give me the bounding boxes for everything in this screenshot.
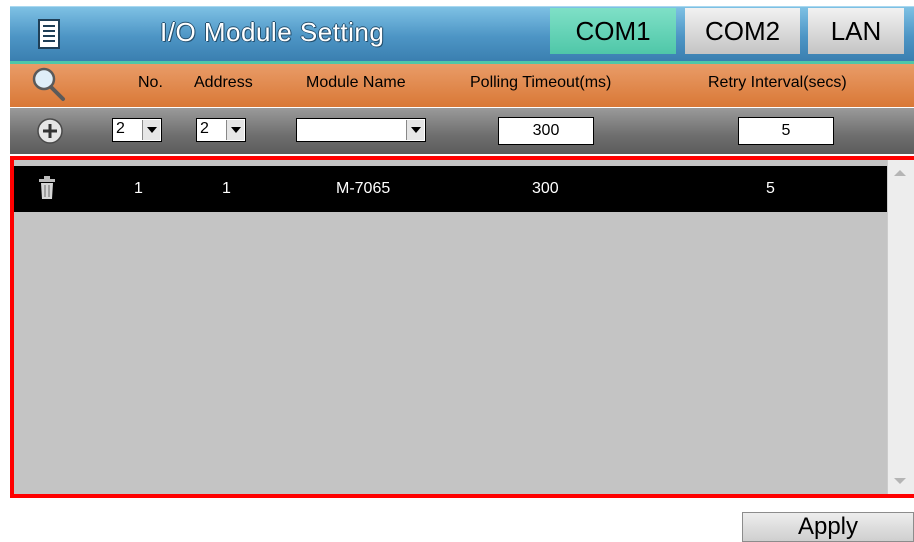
page-title: I/O Module Setting (160, 17, 385, 47)
header-no: No. (138, 74, 163, 91)
chevron-down-icon[interactable] (406, 120, 424, 140)
row-module-name: M-7065 (336, 180, 391, 197)
polling-timeout-input[interactable]: 300 (498, 117, 594, 145)
search-icon[interactable] (30, 66, 66, 102)
header-address: Address (194, 74, 253, 91)
header-module-name: Module Name (306, 74, 406, 91)
tab-com1[interactable]: COM1 (550, 8, 676, 54)
chevron-down-icon[interactable] (226, 120, 244, 140)
row-polling-timeout: 300 (532, 180, 559, 197)
address-select-value: 2 (200, 120, 209, 137)
menu-icon[interactable] (38, 19, 60, 51)
retry-interval-input[interactable]: 5 (738, 117, 834, 145)
module-name-select[interactable] (296, 118, 426, 142)
header-polling-timeout: Polling Timeout(ms) (470, 74, 612, 91)
trash-icon[interactable] (38, 176, 56, 200)
apply-button[interactable]: Apply (742, 512, 914, 542)
address-select[interactable]: 2 (196, 118, 246, 142)
no-select-value: 2 (116, 120, 125, 137)
table-row[interactable]: 1 1 M-7065 300 5 (14, 166, 888, 212)
module-list: 1 1 M-7065 300 5 (10, 156, 914, 498)
scroll-down-icon[interactable] (894, 478, 906, 484)
scrollbar[interactable] (887, 160, 914, 494)
add-icon[interactable] (36, 117, 64, 145)
column-header-row: No. Address Module Name Polling Timeout(… (10, 61, 914, 107)
tab-lan[interactable]: LAN (808, 8, 904, 54)
scroll-up-icon[interactable] (894, 170, 906, 176)
header-retry-interval: Retry Interval(secs) (708, 74, 847, 91)
row-no: 1 (134, 180, 143, 197)
chevron-down-icon[interactable] (142, 120, 160, 140)
no-select[interactable]: 2 (112, 118, 162, 142)
add-module-row: 2 2 300 5 (10, 108, 914, 154)
tab-com2[interactable]: COM2 (685, 8, 800, 54)
row-address: 1 (222, 180, 231, 197)
row-retry-interval: 5 (766, 180, 775, 197)
